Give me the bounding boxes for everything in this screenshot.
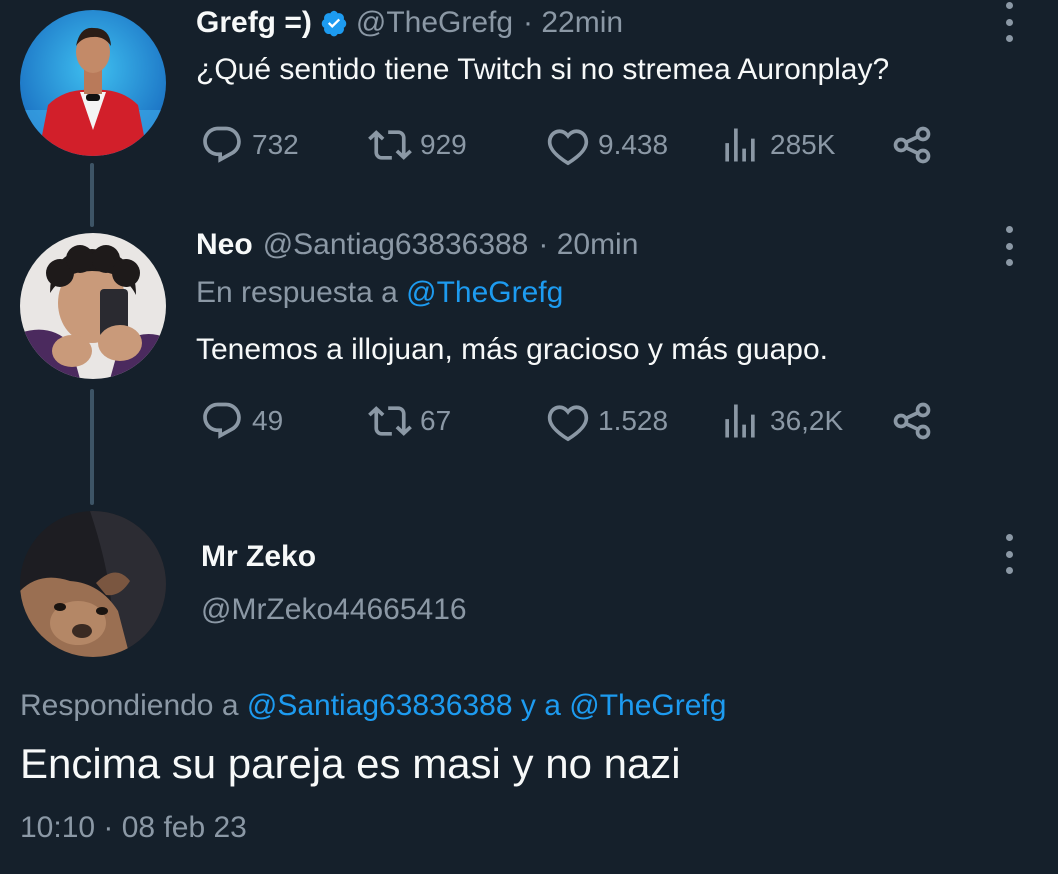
like-icon [547, 129, 589, 166]
retweet-count: 929 [420, 129, 467, 160]
views-count: 36,2K [770, 405, 844, 436]
views-icon [725, 404, 755, 438]
reply-prefix: Respondiendo a [20, 689, 239, 722]
reply-count: 732 [252, 129, 299, 160]
avatar[interactable] [20, 233, 166, 379]
avatar[interactable] [20, 10, 166, 156]
reply-button[interactable]: 49 [200, 396, 283, 446]
reply-context: Respondiendo a @Santiag63836388 y a @The… [20, 689, 726, 723]
views-count: 285K [770, 129, 836, 160]
timestamp[interactable]: · 20min [538, 228, 638, 262]
tweet-header: Neo @Santiag63836388 · 20min [196, 228, 638, 262]
reply-mention[interactable]: @TheGrefg [569, 689, 726, 722]
verified-icon [320, 9, 348, 37]
display-name[interactable]: Grefg =) [196, 6, 312, 40]
tweet-text: Encima su pareja es masi y no nazi [20, 740, 681, 787]
reply-button[interactable]: 732 [200, 120, 299, 170]
retweet-button[interactable]: 67 [368, 396, 451, 446]
timestamp[interactable]: · 22min [523, 6, 623, 40]
handle[interactable]: @MrZeko44665416 [201, 593, 467, 627]
reply-conjunction: y a [520, 689, 561, 722]
like-button[interactable]: 1.528 [546, 396, 668, 446]
views-icon [725, 128, 755, 162]
thread-line [90, 163, 94, 227]
retweet-icon [368, 406, 412, 436]
like-button[interactable]: 9.438 [546, 120, 668, 170]
avatar[interactable] [20, 511, 166, 657]
share-button[interactable] [890, 120, 942, 170]
reply-prefix: En respuesta a [196, 276, 398, 309]
more-icon[interactable] [1002, 2, 1016, 42]
thread-line [90, 389, 94, 505]
reply-context: En respuesta a @TheGrefg [196, 276, 563, 310]
handle[interactable]: @TheGrefg [356, 6, 513, 40]
retweet-icon [368, 130, 412, 160]
handle[interactable]: @Santiag63836388 [263, 228, 529, 262]
more-icon[interactable] [1002, 534, 1016, 574]
tweet-header: Grefg =) @TheGrefg · 22min [196, 6, 623, 40]
reply-mention[interactable]: @Santiag63836388 [247, 689, 513, 722]
tweet-actions: 732 929 9.438 285K [196, 120, 956, 170]
display-name[interactable]: Neo [196, 228, 253, 262]
reply-mention[interactable]: @TheGrefg [406, 276, 563, 309]
reply-count: 49 [252, 405, 284, 436]
retweet-count: 67 [420, 405, 452, 436]
like-count: 9.438 [598, 129, 669, 160]
tweet-text: Tenemos a illojuan, más gracioso y más g… [196, 333, 828, 366]
views-button[interactable]: 285K [718, 120, 835, 170]
reply-icon [203, 402, 241, 439]
share-button[interactable] [890, 396, 942, 446]
share-icon [893, 402, 931, 440]
like-count: 1.528 [598, 405, 669, 436]
tweet-timestamp[interactable]: 10:10 · 08 feb 23 [20, 811, 247, 845]
views-button[interactable]: 36,2K [718, 396, 843, 446]
tweet-actions: 49 67 1.528 36,2K [196, 396, 956, 446]
reply-icon [203, 126, 241, 163]
more-icon[interactable] [1002, 226, 1016, 266]
retweet-button[interactable]: 929 [368, 120, 467, 170]
display-name[interactable]: Mr Zeko [201, 540, 316, 574]
share-icon [893, 126, 931, 164]
tweet-text: ¿Qué sentido tiene Twitch si no stremea … [196, 53, 890, 86]
like-icon [547, 405, 589, 442]
